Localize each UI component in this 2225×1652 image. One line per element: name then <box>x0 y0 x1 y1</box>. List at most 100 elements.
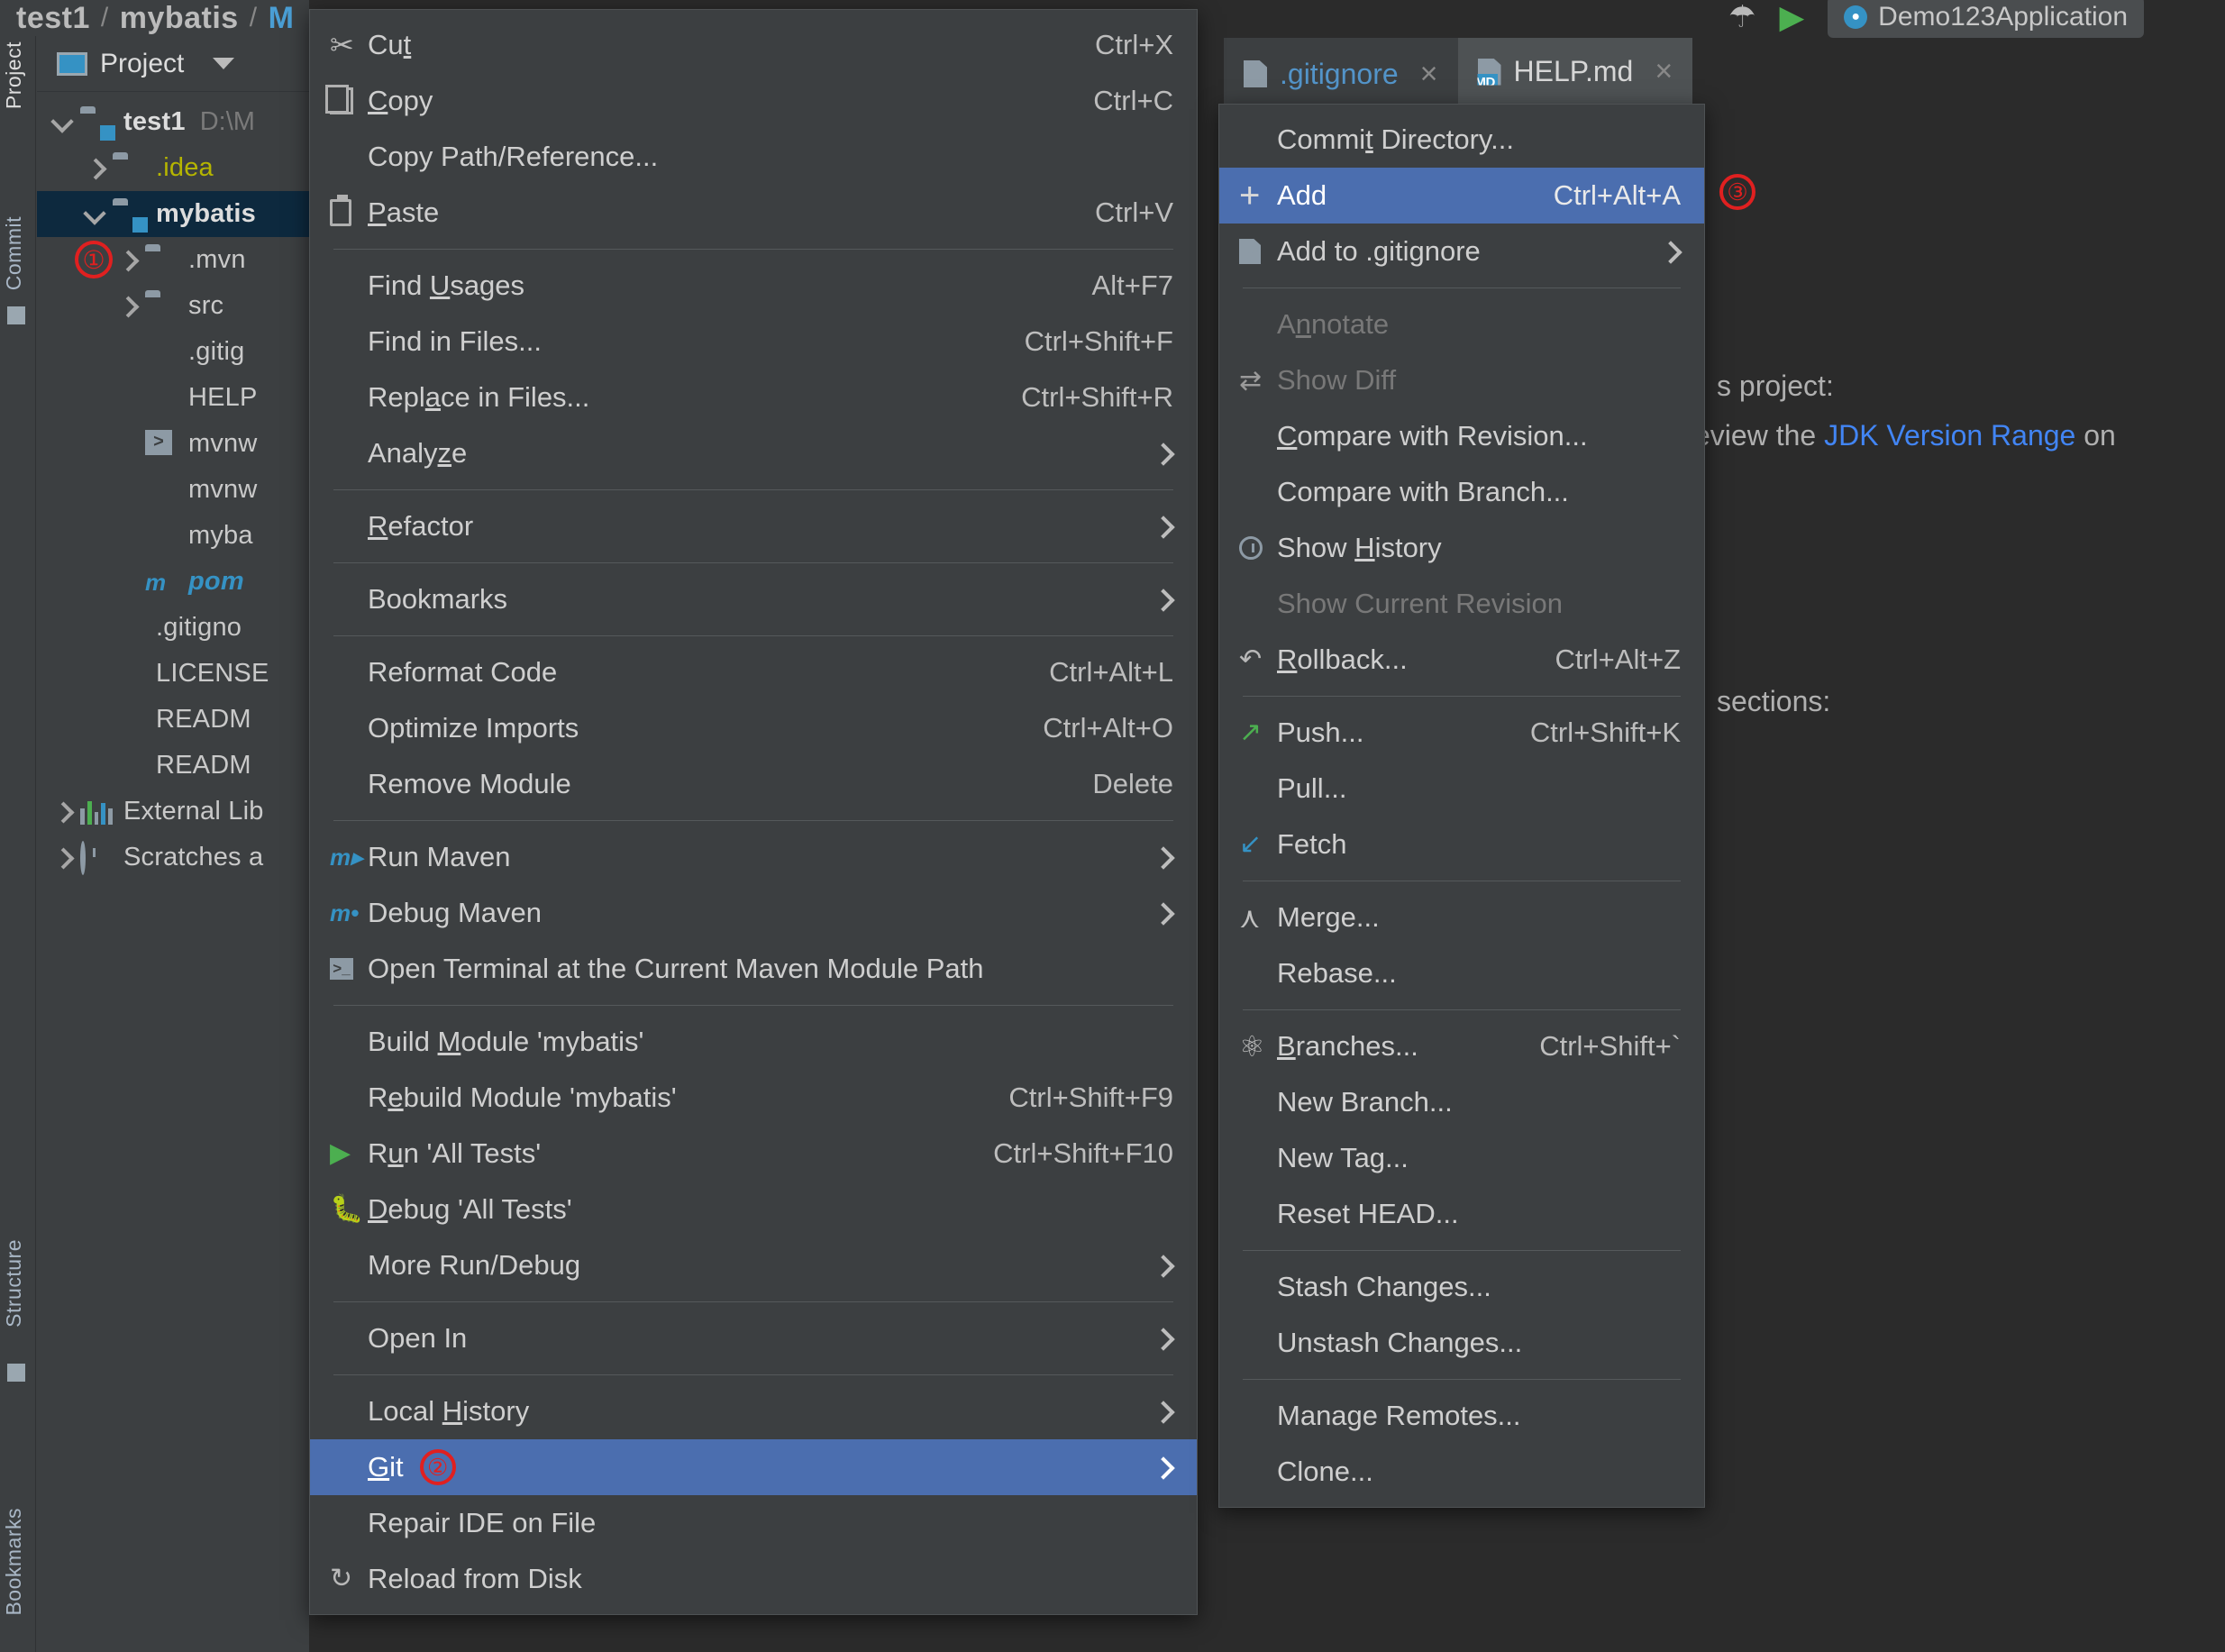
menu-item[interactable]: More Run/Debug <box>310 1237 1197 1293</box>
menu-item[interactable]: ↻ Reload from Disk <box>310 1551 1197 1607</box>
menu-item[interactable]: m▸ Run Maven <box>310 829 1197 885</box>
menu-item[interactable]: Clone... <box>1219 1444 1704 1500</box>
run-play-icon[interactable]: ▶ <box>1779 0 1804 36</box>
tree-expand-arrow-icon[interactable] <box>53 114 71 132</box>
menu-item[interactable]: Replace in Files... Ctrl+Shift+R <box>310 370 1197 425</box>
stripe-item-project[interactable]: Project <box>2 41 26 109</box>
chevron-down-icon[interactable] <box>213 58 235 69</box>
menu-item[interactable]: Stash Changes... <box>1219 1259 1704 1315</box>
annotation-marker: ③ <box>1719 174 1755 210</box>
tree-node[interactable]: MD READM <box>37 743 309 789</box>
upload-icon[interactable]: ☂ <box>1728 0 1755 35</box>
tree-node[interactable]: MD READM <box>37 697 309 743</box>
menu-item[interactable]: Find Usages Alt+F7 <box>310 258 1197 314</box>
menu-item[interactable]: ✂ Cut Ctrl+X <box>310 17 1197 73</box>
tree-expand-arrow-icon[interactable] <box>118 251 136 269</box>
menu-item[interactable]: Open In <box>310 1310 1197 1366</box>
tree-node[interactable]: mybatis <box>37 191 309 237</box>
menu-item[interactable]: ↶ Rollback... Ctrl+Alt+Z <box>1219 632 1704 688</box>
push-icon: ↗ <box>1239 717 1263 747</box>
stripe-item-bookmarks[interactable]: Bookmarks <box>2 1508 26 1616</box>
menu-item[interactable]: ▶ Run 'All Tests' Ctrl+Shift+F10 <box>310 1126 1197 1182</box>
menu-item-label: Annotate <box>1277 308 1390 340</box>
tree-node[interactable]: mvnw <box>37 467 309 513</box>
stripe-item-commit[interactable]: Commit <box>2 216 26 290</box>
menu-item[interactable]: Show History <box>1219 520 1704 576</box>
menu-item[interactable]: Git ② <box>310 1439 1197 1495</box>
menu-item[interactable]: Compare with Revision... <box>1219 408 1704 464</box>
tree-expand-arrow-icon[interactable] <box>118 297 136 315</box>
menu-separator <box>333 1005 1173 1006</box>
tree-node[interactable]: .idea <box>37 145 309 191</box>
menu-item[interactable]: ⋏ Merge... <box>1219 890 1704 945</box>
menu-item[interactable]: ↙ Fetch <box>1219 817 1704 872</box>
menu-item[interactable]: Compare with Branch... <box>1219 464 1704 520</box>
menu-item[interactable]: Refactor <box>310 498 1197 554</box>
menu-item[interactable]: m• Debug Maven <box>310 885 1197 941</box>
tree-node[interactable]: MD HELP <box>37 375 309 421</box>
menu-item[interactable]: New Branch... <box>1219 1074 1704 1130</box>
menu-item[interactable]: Optimize Imports Ctrl+Alt+O <box>310 700 1197 756</box>
folder-icon <box>113 154 145 183</box>
menu-item[interactable]: Add to .gitignore <box>1219 224 1704 279</box>
tree-expand-arrow-icon[interactable] <box>53 803 71 821</box>
md-badge: MD <box>1477 73 1498 86</box>
breadcrumb-item[interactable]: test1 <box>16 1 90 36</box>
menu-item[interactable]: Unstash Changes... <box>1219 1315 1704 1371</box>
menu-item-label: Optimize Imports <box>368 712 579 744</box>
menu-item[interactable]: Rebuild Module 'mybatis' Ctrl+Shift+F9 <box>310 1070 1197 1126</box>
tree-node[interactable]: > mvnw <box>37 421 309 467</box>
menu-item[interactable]: Find in Files... Ctrl+Shift+F <box>310 314 1197 370</box>
menu-item[interactable]: Reformat Code Ctrl+Alt+L <box>310 644 1197 700</box>
menu-item[interactable]: Rebase... <box>1219 945 1704 1001</box>
menu-item[interactable]: Pull... <box>1219 761 1704 817</box>
structure-icon <box>7 1364 25 1382</box>
breadcrumb-item[interactable]: mybatis <box>120 1 239 36</box>
menu-item[interactable]: Bookmarks <box>310 571 1197 627</box>
menu-item[interactable]: + Add Ctrl+Alt+A <box>1219 168 1704 224</box>
close-icon[interactable]: × <box>1655 54 1673 89</box>
stripe-item-structure[interactable]: Structure <box>2 1239 26 1328</box>
menu-item[interactable]: Build Module 'mybatis' <box>310 1014 1197 1070</box>
context-menu: ✂ Cut Ctrl+X Copy Ctrl+C Copy Path/Reference.… <box>309 9 1198 1615</box>
tree-node[interactable]: .gitigno <box>37 605 309 651</box>
tree-expand-arrow-icon[interactable] <box>53 849 71 867</box>
menu-item[interactable]: ⚛ Branches... Ctrl+Shift+` <box>1219 1018 1704 1074</box>
tree-node[interactable]: src <box>37 283 309 329</box>
tree-node[interactable]: ① .mvn <box>37 237 309 283</box>
menu-item[interactable]: Remove Module Delete <box>310 756 1197 812</box>
tree-expand-arrow-icon[interactable] <box>86 160 104 178</box>
tree-node[interactable]: .gitig <box>37 329 309 375</box>
tree-node[interactable]: myba <box>37 513 309 559</box>
menu-item-label: Pull... <box>1277 772 1347 804</box>
fetch-icon: ↙ <box>1239 829 1263 859</box>
menu-item[interactable]: Manage Remotes... <box>1219 1388 1704 1444</box>
tree-node[interactable]: External Lib <box>37 789 309 835</box>
annotation-marker: ② <box>419 1449 456 1485</box>
menu-item[interactable]: Analyze <box>310 425 1197 481</box>
menu-item[interactable]: 🐛 Debug 'All Tests' <box>310 1182 1197 1237</box>
menu-item[interactable]: New Tag... <box>1219 1130 1704 1186</box>
editor-link[interactable]: JDK Version Range <box>1824 419 2075 452</box>
editor-tab[interactable]: .gitignore × <box>1224 38 1458 110</box>
menu-item[interactable]: Copy Path/Reference... <box>310 129 1197 185</box>
breadcrumb-item[interactable]: M <box>269 1 295 36</box>
menu-item[interactable]: Copy Ctrl+C <box>310 73 1197 129</box>
tree-node[interactable]: LICENSE <box>37 651 309 697</box>
menu-item[interactable]: Local History <box>310 1383 1197 1439</box>
menu-item[interactable]: Reset HEAD... <box>1219 1186 1704 1242</box>
breadcrumb-separator: / <box>100 3 109 32</box>
menu-item[interactable]: ↗ Push... Ctrl+Shift+K <box>1219 705 1704 761</box>
menu-item[interactable]: >_ Open Terminal at the Current Maven Mod… <box>310 941 1197 997</box>
tree-node[interactable]: m pom <box>37 559 309 605</box>
run-configuration-selector[interactable]: ● Demo123Application <box>1828 0 2144 38</box>
menu-item[interactable]: Repair IDE on File <box>310 1495 1197 1551</box>
tree-node[interactable]: Scratches a <box>37 835 309 881</box>
menu-item[interactable]: Commit Directory... <box>1219 112 1704 168</box>
tree-expand-arrow-icon[interactable] <box>86 205 104 224</box>
editor-tab[interactable]: MD HELP.md × <box>1457 38 1693 110</box>
close-icon[interactable]: × <box>1420 57 1438 92</box>
menu-item[interactable]: Paste Ctrl+V <box>310 185 1197 241</box>
tree-node[interactable]: test1 D:\M <box>37 99 309 145</box>
